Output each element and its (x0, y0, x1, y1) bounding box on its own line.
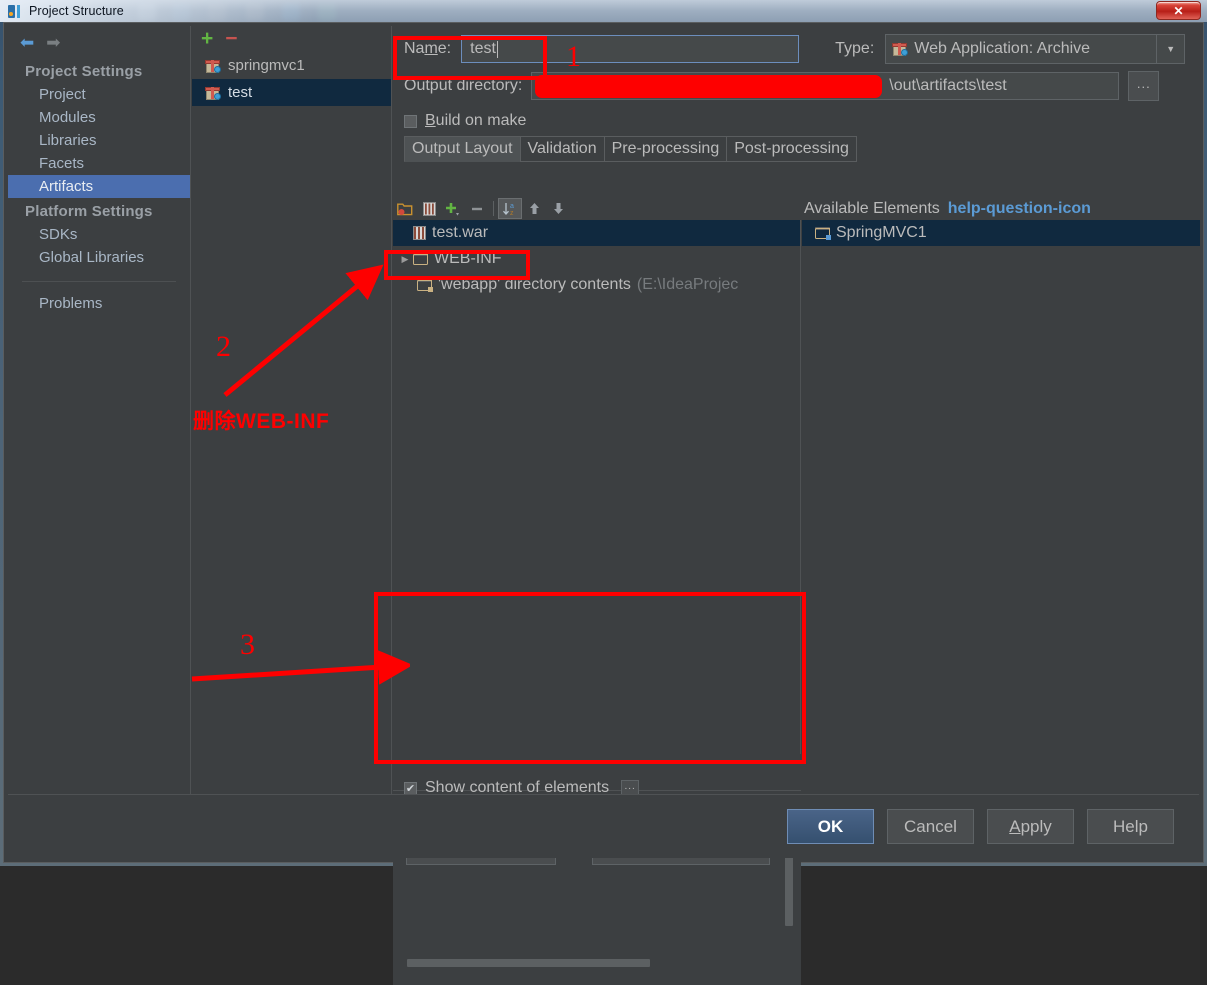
tab-pre-processing[interactable]: Pre-processing (604, 136, 727, 162)
module-folder-icon (815, 227, 831, 240)
ok-button[interactable]: OK (787, 809, 874, 844)
output-layout-tree: test.war ▶ WEB-INF 'webapp' directory co… (393, 220, 801, 754)
sidebar-item-problems[interactable]: Problems (8, 292, 190, 315)
artifact-label: springmvc1 (228, 57, 305, 74)
sidebar-divider (22, 281, 176, 282)
window-title: Project Structure (29, 4, 124, 18)
navigation-arrows: ⬅ ➡ (8, 26, 190, 58)
sidebar-item-sdks[interactable]: SDKs (8, 223, 190, 246)
output-directory-value: \out\artifacts\test (889, 77, 1006, 95)
name-type-row: Name: test Type: Web Application: Archiv… (393, 26, 1200, 66)
sidebar-item-artifacts[interactable]: Artifacts (8, 175, 190, 198)
folder-icon (413, 253, 429, 266)
nav-group-title-project-settings: Project Settings (8, 58, 190, 83)
add-archive-icon[interactable] (417, 198, 441, 219)
artifact-editor: Name: test Type: Web Application: Archiv… (393, 26, 1200, 816)
available-elements-header: Available Elements help-question-icon (790, 197, 1200, 220)
checkbox-box (404, 115, 417, 128)
available-elements-label: Available Elements (804, 200, 940, 218)
type-label: Type: (835, 40, 874, 58)
available-elements-tree: SpringMVC1 (802, 220, 1200, 754)
browse-output-directory-button[interactable]: ... (1128, 71, 1159, 101)
tree-row-label: WEB-INF (434, 250, 502, 268)
tree-row-label: test.war (432, 224, 488, 242)
output-directory-row: Output directory: \out\artifacts\test ..… (393, 66, 1200, 106)
plus-icon[interactable]: + (201, 33, 213, 45)
cancel-button[interactable]: Cancel (887, 809, 974, 844)
tree-row-suffix: (E:\IdeaProjec (637, 276, 738, 294)
sidebar-item-modules[interactable]: Modules (8, 106, 190, 129)
minus-icon[interactable]: − (225, 33, 237, 45)
sidebar-item-libraries[interactable]: Libraries (8, 129, 190, 152)
move-down-icon[interactable] (546, 198, 570, 219)
svg-text:z: z (510, 210, 514, 217)
artifact-icon (206, 86, 221, 100)
project-structure-dialog: Project Structure ✕ ⬅ ➡ Project Settings… (0, 0, 1207, 866)
chevron-right-icon[interactable]: ▶ (397, 254, 413, 265)
build-on-make-row: Build on make (393, 106, 1200, 136)
build-on-make-label: Build on make (425, 112, 526, 130)
folder-link-icon (417, 279, 433, 292)
tree-row[interactable]: SpringMVC1 (802, 220, 1200, 246)
tree-row[interactable]: test.war (393, 220, 800, 246)
settings-sidebar: ⬅ ➡ Project Settings Project Modules Lib… (8, 26, 191, 816)
nav-group-title-platform-settings: Platform Settings (8, 198, 190, 223)
move-up-icon[interactable] (522, 198, 546, 219)
artifacts-toolbar: + − (192, 26, 391, 52)
tab-post-processing[interactable]: Post-processing (726, 136, 857, 162)
close-icon[interactable]: ✕ (1156, 1, 1201, 20)
artifact-type-icon (893, 42, 908, 56)
build-on-make-checkbox[interactable]: Build on make (404, 112, 526, 130)
title-bar: Project Structure ✕ (0, 0, 1207, 22)
type-combobox[interactable]: Web Application: Archive ▼ (885, 34, 1185, 64)
chevron-down-icon[interactable]: ▼ (1156, 35, 1184, 63)
sidebar-item-facets[interactable]: Facets (8, 152, 190, 175)
plus-dropdown-icon[interactable] (441, 198, 465, 219)
horizontal-scrollbar-bottom[interactable] (407, 959, 650, 967)
tree-row[interactable]: ▶ WEB-INF (393, 246, 800, 272)
help-button[interactable]: Help (1087, 809, 1174, 844)
tree-row-label: 'webapp' directory contents (438, 276, 631, 294)
toolbar-divider (493, 201, 494, 216)
war-archive-icon (413, 226, 426, 240)
tree-row-label: SpringMVC1 (836, 224, 927, 242)
sidebar-item-project[interactable]: Project (8, 83, 190, 106)
tree-row[interactable]: 'webapp' directory contents (E:\IdeaProj… (393, 272, 800, 298)
artifact-icon (206, 59, 221, 73)
type-value: Web Application: Archive (914, 40, 1090, 58)
arrow-right-icon[interactable]: ➡ (46, 34, 60, 51)
dialog-footer: OK Cancel Apply Help (8, 794, 1199, 858)
artifact-label: test (228, 84, 252, 101)
checkbox-box: ✔ (404, 782, 417, 795)
add-directory-icon[interactable] (393, 198, 417, 219)
intellij-idea-logo-icon (7, 4, 22, 19)
sidebar-item-global-libraries[interactable]: Global Libraries (8, 246, 190, 269)
name-label: Name: (404, 40, 451, 58)
dialog-body: ⬅ ➡ Project Settings Project Modules Lib… (3, 22, 1204, 863)
name-input-value: test (470, 40, 496, 58)
minus-icon[interactable] (465, 198, 489, 219)
list-item[interactable]: test (192, 79, 391, 106)
list-item[interactable]: springmvc1 (192, 52, 391, 79)
help-question-icon[interactable]: help-question-icon (948, 200, 1091, 218)
output-directory-label: Output directory: (404, 77, 522, 95)
artifacts-list-pane: + − springmvc1 test (192, 26, 392, 816)
redacted-path-overlay (535, 75, 882, 98)
output-directory-input[interactable]: \out\artifacts\test (531, 72, 1119, 100)
name-input[interactable]: test (461, 35, 799, 63)
tab-output-layout[interactable]: Output Layout (404, 136, 520, 162)
apply-button[interactable]: Apply (987, 809, 1074, 844)
tab-validation[interactable]: Validation (520, 136, 604, 162)
editor-tabs: Output Layout Validation Pre-processing … (404, 136, 924, 162)
svg-text:a: a (510, 203, 514, 210)
arrow-left-icon[interactable]: ⬅ (20, 34, 34, 51)
sort-az-icon[interactable]: az (498, 198, 522, 219)
